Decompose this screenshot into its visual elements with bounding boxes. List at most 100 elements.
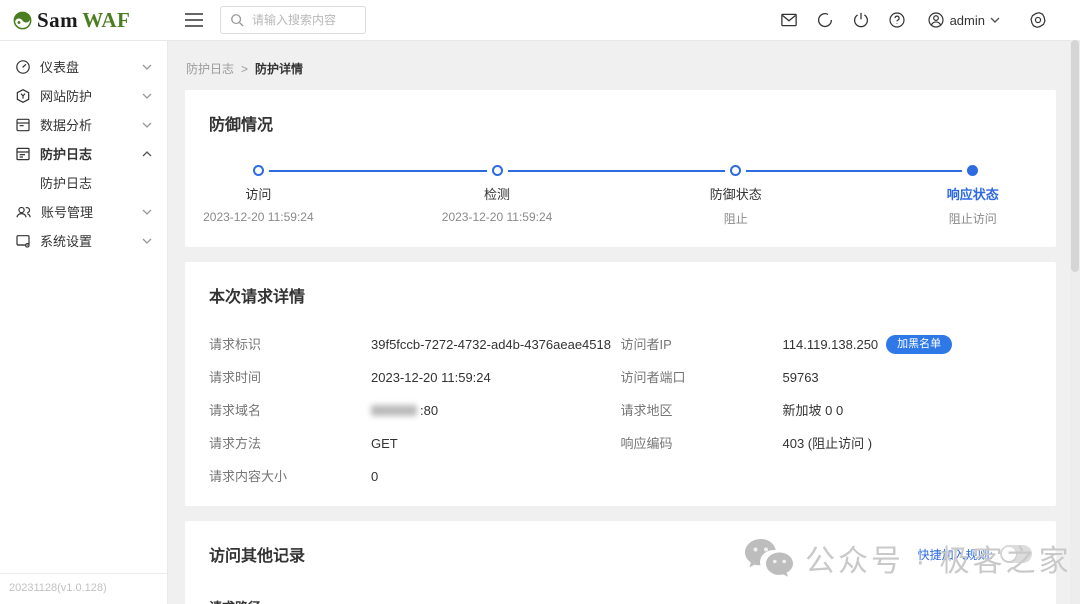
- help-icon[interactable]: [879, 11, 915, 29]
- defense-card-title: 防御情况: [209, 111, 1032, 135]
- mail-icon[interactable]: [771, 11, 807, 29]
- breadcrumb-separator: >: [241, 62, 248, 76]
- field-row-visitor-port: 访问者端口 59763: [621, 370, 1033, 385]
- timeline-step-response: 响应状态 阻止访问: [868, 165, 1078, 227]
- system-settings-icon: [15, 233, 31, 249]
- chevron-down-icon: [142, 238, 152, 244]
- scrollbar-thumb[interactable]: [1071, 40, 1079, 272]
- field-row-request-method: 请求方法 GET: [209, 436, 621, 451]
- sidebar-subitem-protection-log[interactable]: 防护日志: [0, 168, 167, 197]
- field-label: 请求方法: [209, 436, 371, 451]
- field-label: 访问者IP: [621, 337, 783, 352]
- hamburger-menu-icon[interactable]: [185, 13, 203, 27]
- step-dot: [492, 165, 503, 176]
- request-fields-left: 请求标识 39f5fccb-7272-4732-ad4b-4376aeae451…: [209, 337, 621, 502]
- step-sub: 2023-12-20 11:59:24: [168, 210, 363, 224]
- user-menu[interactable]: admin: [915, 11, 1006, 29]
- request-path-label: 请求路径: [209, 597, 1032, 604]
- dashboard-icon: [15, 59, 31, 75]
- username: admin: [950, 13, 985, 28]
- field-value: 403 (阻止访问 ): [783, 436, 873, 451]
- field-row-visitor-ip: 访问者IP 114.119.138.250加黑名单: [621, 337, 1033, 352]
- sidebar-item-label: 仪表盘: [40, 57, 79, 76]
- sidebar-item-label: 账号管理: [41, 202, 93, 221]
- field-row-request-id: 请求标识 39f5fccb-7272-4732-ad4b-4376aeae451…: [209, 337, 621, 352]
- chevron-down-icon: [142, 122, 152, 128]
- timeline-step-access: 访问 2023-12-20 11:59:24: [168, 165, 363, 224]
- defense-status-card: 防御情况 访问 2023-12-20 11:59:24 检测 2023-12-2…: [185, 90, 1056, 247]
- sidebar-item-site-protection[interactable]: 网站防护: [0, 81, 167, 110]
- breadcrumb: 防护日志 > 防护详情: [186, 60, 1056, 77]
- field-label: 访问者端口: [621, 370, 783, 385]
- sidebar-item-system-settings[interactable]: 系统设置: [0, 226, 167, 255]
- logo-prefix: Sam: [37, 8, 78, 32]
- shield-icon: [15, 88, 31, 104]
- toggle-knob: [1002, 547, 1016, 561]
- chevron-down-icon: [990, 17, 1000, 23]
- settings-icon[interactable]: [1020, 11, 1056, 29]
- field-value: 114.119.138.250加黑名单: [783, 335, 953, 354]
- step-label: 响应状态: [868, 184, 1078, 203]
- header-search: [220, 6, 366, 34]
- quick-rule-label: 快捷加入规则:: [918, 546, 993, 563]
- sidebar-item-label: 系统设置: [40, 231, 92, 250]
- field-value: 新加坡 0 0: [783, 403, 844, 418]
- search-input[interactable]: [250, 12, 356, 28]
- step-label: 防御状态: [631, 184, 841, 203]
- field-label: 请求地区: [621, 403, 783, 418]
- chevron-down-icon: [142, 93, 152, 99]
- quick-rule-toggle[interactable]: [1000, 545, 1032, 563]
- field-label: 请求标识: [209, 337, 371, 352]
- field-row-request-size: 请求内容大小 0: [209, 469, 621, 484]
- app-logo: SamWAF: [0, 8, 168, 33]
- field-value: :80: [371, 403, 438, 418]
- log-icon: [15, 146, 31, 162]
- field-value: 59763: [783, 370, 819, 385]
- field-label: 响应编码: [621, 436, 783, 451]
- field-label: 请求内容大小: [209, 469, 371, 484]
- logo-suffix: WAF: [82, 8, 130, 32]
- field-value: 2023-12-20 11:59:24: [371, 370, 491, 385]
- step-label: 检测: [392, 184, 602, 203]
- users-icon: [15, 204, 32, 220]
- sidebar-item-account[interactable]: 账号管理: [0, 197, 167, 226]
- header-actions: admin: [771, 11, 1080, 29]
- sidebar-item-protection-log[interactable]: 防护日志: [0, 139, 167, 168]
- step-sub: 阻止访问: [868, 210, 1078, 227]
- field-label: 请求时间: [209, 370, 371, 385]
- sidebar-item-data-analysis[interactable]: 数据分析: [0, 110, 167, 139]
- sidebar-nav: 仪表盘 网站防护 数据分析: [0, 40, 168, 604]
- step-sub: 2023-12-20 11:59:24: [392, 210, 602, 224]
- sidebar-item-label: 数据分析: [40, 115, 92, 134]
- quick-rule-control: 快捷加入规则:: [918, 545, 1032, 563]
- search-icon: [230, 13, 244, 27]
- chart-icon: [15, 117, 31, 133]
- breadcrumb-parent[interactable]: 防护日志: [186, 60, 234, 77]
- step-sub: 阻止: [631, 210, 841, 227]
- request-fields-right: 访问者IP 114.119.138.250加黑名单 访问者端口 59763 请求…: [621, 337, 1033, 502]
- field-row-request-time: 请求时间 2023-12-20 11:59:24: [209, 370, 621, 385]
- step-dot: [730, 165, 741, 176]
- request-details-card: 本次请求详情 请求标识 39f5fccb-7272-4732-ad4b-4376…: [185, 262, 1056, 506]
- field-row-request-domain: 请求域名 :80: [209, 403, 621, 418]
- sidebar-item-dashboard[interactable]: 仪表盘: [0, 52, 167, 81]
- step-dot: [967, 165, 978, 176]
- yin-yang-logo-icon: [13, 11, 32, 30]
- scrollbar-track[interactable]: [1070, 40, 1080, 604]
- field-value: 0: [371, 469, 378, 484]
- power-icon[interactable]: [843, 11, 879, 29]
- add-blacklist-button[interactable]: 加黑名单: [886, 335, 952, 354]
- request-card-title: 本次请求详情: [209, 283, 1032, 307]
- top-header: SamWAF: [0, 0, 1080, 41]
- logo-text: SamWAF: [37, 8, 130, 33]
- field-row-response-code: 响应编码 403 (阻止访问 ): [621, 436, 1033, 451]
- chevron-down-icon: [142, 209, 152, 215]
- refresh-icon[interactable]: [807, 11, 843, 29]
- timeline-track: [258, 170, 972, 172]
- sidebar-item-label: 防护日志: [40, 144, 92, 163]
- user-avatar-icon: [927, 11, 945, 29]
- main-content: 防护日志 > 防护详情 防御情况 访问 2023-12-20 11:59:24 …: [168, 40, 1080, 604]
- redacted-domain: [371, 405, 417, 416]
- field-value: 39f5fccb-7272-4732-ad4b-4376aeae4518: [371, 337, 611, 352]
- timeline-step-defense: 防御状态 阻止: [631, 165, 841, 227]
